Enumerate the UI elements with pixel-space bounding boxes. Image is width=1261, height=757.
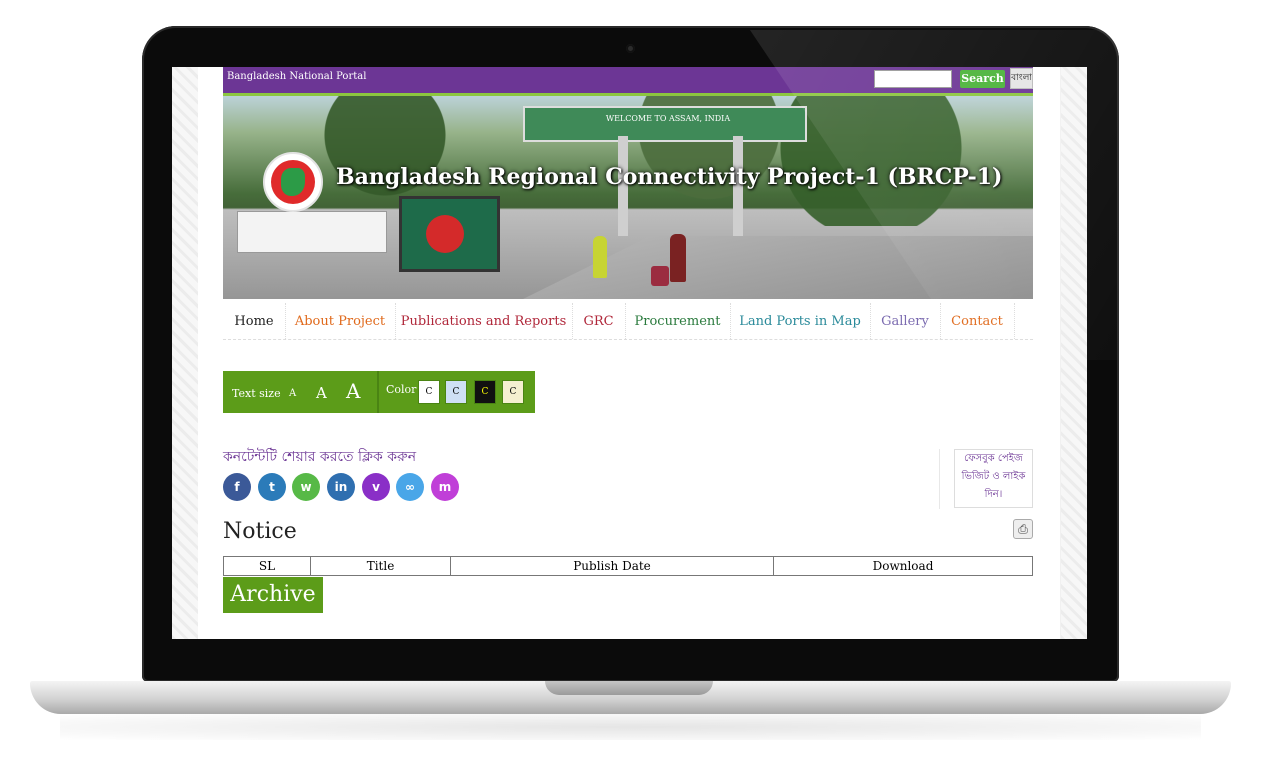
- color-swatch-cream[interactable]: C: [502, 380, 524, 404]
- banner-luggage: [651, 266, 669, 286]
- toolbar-divider: [377, 371, 379, 413]
- notice-heading: Notice: [223, 519, 297, 544]
- banner-gate-text: WELCOME TO ASSAM, INDIA: [605, 114, 731, 123]
- viber-share-button[interactable]: v: [362, 473, 390, 501]
- laptop-notch: [545, 681, 713, 695]
- nav-item-grc[interactable]: GRC: [572, 303, 626, 339]
- text-size-large-button[interactable]: A: [346, 379, 360, 403]
- table-header-row: SL Title Publish Date Download: [223, 556, 1033, 576]
- nav-item-land-ports-map[interactable]: Land Ports in Map: [730, 303, 871, 339]
- messenger-share-button[interactable]: m: [431, 473, 459, 501]
- webcam-icon: [626, 44, 635, 53]
- linkedin-share-button[interactable]: in: [327, 473, 355, 501]
- facebook-box-line: ফেসবুক পেইজ: [964, 453, 1023, 464]
- print-icon[interactable]: ⎙: [1013, 519, 1033, 539]
- banner-gate: [523, 106, 807, 142]
- logo-map: [281, 168, 305, 196]
- main-nav: Home About Project Publications and Repo…: [223, 303, 1033, 340]
- sidebar-divider: [939, 449, 940, 509]
- nav-item-publications[interactable]: Publications and Reports: [395, 303, 573, 339]
- facebook-box-line: ভিজিট ও লাইক: [961, 471, 1026, 482]
- top-bar: Bangladesh National Portal Search বাংলা: [223, 67, 1033, 96]
- whatsapp-share-button[interactable]: w: [292, 473, 320, 501]
- flag-sun: [426, 215, 464, 253]
- column-header-publish-date: Publish Date: [450, 556, 774, 576]
- color-swatch-white[interactable]: C: [418, 380, 440, 404]
- notice-table: SL Title Publish Date Download: [223, 556, 1033, 576]
- national-portal-link[interactable]: Bangladesh National Portal: [227, 71, 366, 82]
- banner-person: [670, 234, 686, 282]
- banner-person: [593, 236, 607, 278]
- text-size-medium-button[interactable]: A: [316, 384, 327, 402]
- search-input[interactable]: [874, 70, 952, 88]
- nav-item-procurement[interactable]: Procurement: [625, 303, 731, 339]
- archive-button[interactable]: Archive: [223, 577, 323, 613]
- column-header-download: Download: [773, 556, 1033, 576]
- facebook-page-link[interactable]: ফেসবুক পেইজ ভিজিট ও লাইক দিন।: [954, 449, 1033, 508]
- nav-item-about-project[interactable]: About Project: [285, 303, 396, 339]
- nav-item-gallery[interactable]: Gallery: [870, 303, 941, 339]
- language-toggle-button[interactable]: বাংলা: [1010, 68, 1033, 89]
- copy-link-button[interactable]: ∞: [396, 473, 424, 501]
- laptop-shadow: [60, 714, 1201, 740]
- color-swatch-blue[interactable]: C: [445, 380, 467, 404]
- share-label: কনটেন্টটি শেয়ার করতে ক্লিক করুন: [223, 449, 417, 465]
- government-logo[interactable]: [263, 152, 323, 212]
- column-header-title: Title: [310, 556, 451, 576]
- background-pattern-left: [172, 67, 198, 639]
- web-page: Bangladesh National Portal Search বাংলা …: [198, 67, 1060, 639]
- banner-sign-board: [237, 211, 387, 253]
- background-pattern-right: [1061, 67, 1087, 639]
- text-size-label: Text size: [232, 387, 281, 400]
- header-banner: WELCOME TO ASSAM, INDIA Bangladesh Regio…: [223, 96, 1033, 299]
- search-button[interactable]: Search: [960, 70, 1005, 88]
- facebook-box-line: দিন।: [984, 489, 1003, 500]
- screen: Bangladesh National Portal Search বাংলা …: [172, 67, 1087, 639]
- color-swatch-dark[interactable]: C: [474, 380, 496, 404]
- twitter-share-button[interactable]: t: [258, 473, 286, 501]
- site-title: Bangladesh Regional Connectivity Project…: [336, 164, 1003, 190]
- nav-item-contact[interactable]: Contact: [940, 303, 1015, 339]
- nav-item-home[interactable]: Home: [223, 303, 286, 339]
- facebook-share-button[interactable]: f: [223, 473, 251, 501]
- text-size-small-button[interactable]: A: [289, 388, 296, 399]
- accessibility-toolbar: Text size A A A Color C C C C: [223, 371, 535, 413]
- color-label: Color: [386, 383, 417, 396]
- column-header-sl: SL: [223, 556, 311, 576]
- banner-flag-board: [399, 196, 500, 272]
